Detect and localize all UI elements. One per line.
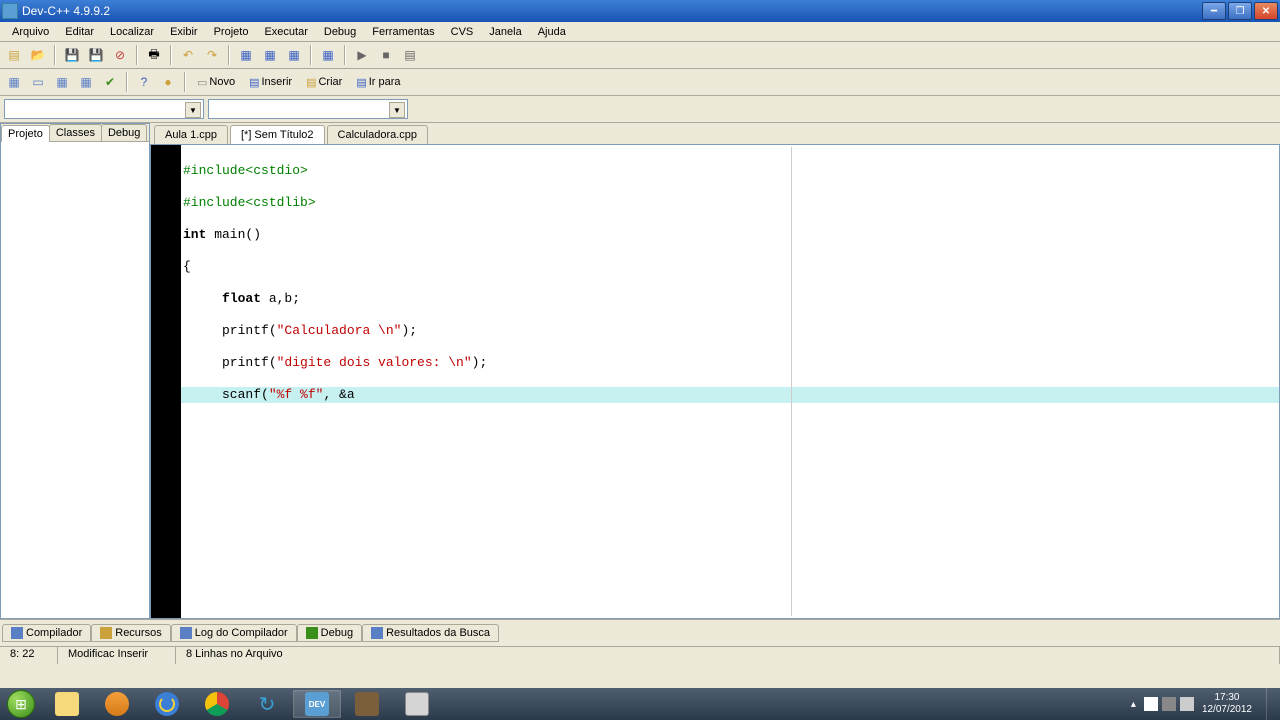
side-tab-classes[interactable]: Classes	[49, 124, 102, 141]
windows-logo-icon: ⊞	[7, 690, 35, 718]
menu-debug[interactable]: Debug	[316, 24, 364, 39]
taskbar-clock[interactable]: 17:30 12/07/2012	[1202, 692, 1252, 716]
tray-volume-icon[interactable]	[1180, 697, 1194, 711]
side-tab-projeto[interactable]: Projeto	[1, 125, 50, 142]
run-icon[interactable]: ▦	[260, 45, 280, 65]
status-mode: Modificac Inserir	[58, 647, 176, 664]
debug-stop-icon[interactable]: ■	[376, 45, 396, 65]
status-position: 8: 22	[0, 647, 58, 664]
compile-run-icon[interactable]: ▦	[284, 45, 304, 65]
app-icon	[2, 3, 18, 19]
file-tabs: Aula 1.cpp [*] Sem Título2 Calculadora.c…	[150, 123, 1280, 144]
help-icon[interactable]: ?	[134, 72, 154, 92]
bottom-tab-compilador[interactable]: Compilador	[2, 624, 91, 642]
main-area: Projeto Classes Debug Aula 1.cpp [*] Sem…	[0, 123, 1280, 619]
menu-localizar[interactable]: Localizar	[102, 24, 162, 39]
menu-exibir[interactable]: Exibir	[162, 24, 206, 39]
taskbar-ie[interactable]	[143, 690, 191, 718]
save-all-icon[interactable]: 💾	[86, 45, 106, 65]
save-icon[interactable]: 💾	[62, 45, 82, 65]
taskbar-refresh[interactable]: ↻	[243, 690, 291, 718]
close-file-icon[interactable]: ⊘	[110, 45, 130, 65]
toolbar-1: ▤ 📂 💾 💾 ⊘ 🖶 ↶ ↷ ▦ ▦ ▦ ▦ ▶ ■ ▤	[0, 42, 1280, 69]
status-lines: 8 Linhas no Arquivo	[176, 647, 1280, 664]
tb2-icon-1[interactable]: ▦	[4, 72, 24, 92]
menu-projeto[interactable]: Projeto	[206, 24, 257, 39]
print-icon[interactable]: 🖶	[144, 45, 164, 65]
redo-icon[interactable]: ↷	[202, 45, 222, 65]
menu-editar[interactable]: Editar	[57, 24, 102, 39]
editor-area: Aula 1.cpp [*] Sem Título2 Calculadora.c…	[150, 123, 1280, 619]
irpara-button[interactable]: ▤Ir para	[351, 72, 405, 92]
maximize-button[interactable]: ❐	[1228, 2, 1252, 20]
menu-arquivo[interactable]: Arquivo	[4, 24, 57, 39]
side-panel: Projeto Classes Debug	[0, 123, 150, 619]
tray-flag-icon[interactable]	[1144, 697, 1158, 711]
taskbar: ⊞ ↻ DEV ▴ 17:30 12/07/2012	[0, 688, 1280, 720]
menu-cvs[interactable]: CVS	[443, 24, 482, 39]
tb2-icon-2[interactable]: ▭	[28, 72, 48, 92]
bottom-tab-log[interactable]: Log do Compilador	[171, 624, 297, 642]
info-icon[interactable]: ●	[158, 72, 178, 92]
check-icon[interactable]: ✔	[100, 72, 120, 92]
criar-button[interactable]: ▤Criar	[301, 72, 347, 92]
taskbar-media[interactable]	[93, 690, 141, 718]
menu-janela[interactable]: Janela	[481, 24, 529, 39]
minimize-button[interactable]: ━	[1202, 2, 1226, 20]
rebuild-icon[interactable]: ▦	[318, 45, 338, 65]
code-area[interactable]: #include<cstdio> #include<cstdlib> int m…	[181, 145, 1279, 618]
undo-icon[interactable]: ↶	[178, 45, 198, 65]
file-tab-semtitulo2[interactable]: [*] Sem Título2	[230, 125, 325, 144]
window-title: Dev-C++ 4.9.9.2	[22, 4, 1202, 18]
system-tray: ▴ 17:30 12/07/2012	[1131, 688, 1280, 720]
close-button[interactable]: ✕	[1254, 2, 1278, 20]
editor-gutter	[151, 145, 181, 618]
file-tab-aula1[interactable]: Aula 1.cpp	[154, 125, 228, 144]
tray-network-icon[interactable]	[1162, 697, 1176, 711]
tray-show-hidden-icon[interactable]: ▴	[1131, 699, 1136, 710]
compile-icon[interactable]: ▦	[236, 45, 256, 65]
window-controls: ━ ❐ ✕	[1202, 2, 1278, 20]
bottom-tab-resultados[interactable]: Resultados da Busca	[362, 624, 499, 642]
code-editor[interactable]: #include<cstdio> #include<cstdlib> int m…	[150, 144, 1280, 619]
menu-executar[interactable]: Executar	[256, 24, 315, 39]
bottom-tabs: Compilador Recursos Log do Compilador De…	[0, 619, 1280, 646]
taskbar-explorer[interactable]	[43, 690, 91, 718]
toolbar-2: ▦ ▭ ▦ ▦ ✔ ? ● ▭Novo ▤Inserir ▤Criar ▤Ir …	[0, 69, 1280, 96]
combo-2[interactable]	[208, 99, 408, 119]
taskbar-devcpp[interactable]: DEV	[293, 690, 341, 718]
file-tab-calculadora[interactable]: Calculadora.cpp	[327, 125, 429, 144]
menu-ferramentas[interactable]: Ferramentas	[364, 24, 442, 39]
show-desktop-button[interactable]	[1266, 688, 1276, 720]
debug-run-icon[interactable]: ▶	[352, 45, 372, 65]
statusbar: 8: 22 Modificac Inserir 8 Linhas no Arqu…	[0, 646, 1280, 664]
inserir-button[interactable]: ▤Inserir	[244, 72, 297, 92]
taskbar-app-7[interactable]	[343, 690, 391, 718]
titlebar: Dev-C++ 4.9.9.2 ━ ❐ ✕	[0, 0, 1280, 22]
open-icon[interactable]: 📂	[28, 45, 48, 65]
bottom-tab-debug[interactable]: Debug	[297, 624, 362, 642]
side-panel-content	[1, 142, 149, 618]
side-tab-debug[interactable]: Debug	[101, 124, 147, 141]
bottom-tab-recursos[interactable]: Recursos	[91, 624, 170, 642]
new-file-icon[interactable]: ▤	[4, 45, 24, 65]
combo-1[interactable]	[4, 99, 204, 119]
taskbar-chrome[interactable]	[193, 690, 241, 718]
taskbar-app-8[interactable]	[393, 690, 441, 718]
novo-button[interactable]: ▭Novo	[192, 72, 240, 92]
side-tabs: Projeto Classes Debug	[1, 124, 149, 142]
menu-ajuda[interactable]: Ajuda	[530, 24, 574, 39]
toolbar-3	[0, 96, 1280, 123]
menubar: Arquivo Editar Localizar Exibir Projeto …	[0, 22, 1280, 42]
profile-icon[interactable]: ▤	[400, 45, 420, 65]
tb2-icon-4[interactable]: ▦	[76, 72, 96, 92]
start-button[interactable]: ⊞	[0, 688, 42, 720]
tb2-icon-3[interactable]: ▦	[52, 72, 72, 92]
